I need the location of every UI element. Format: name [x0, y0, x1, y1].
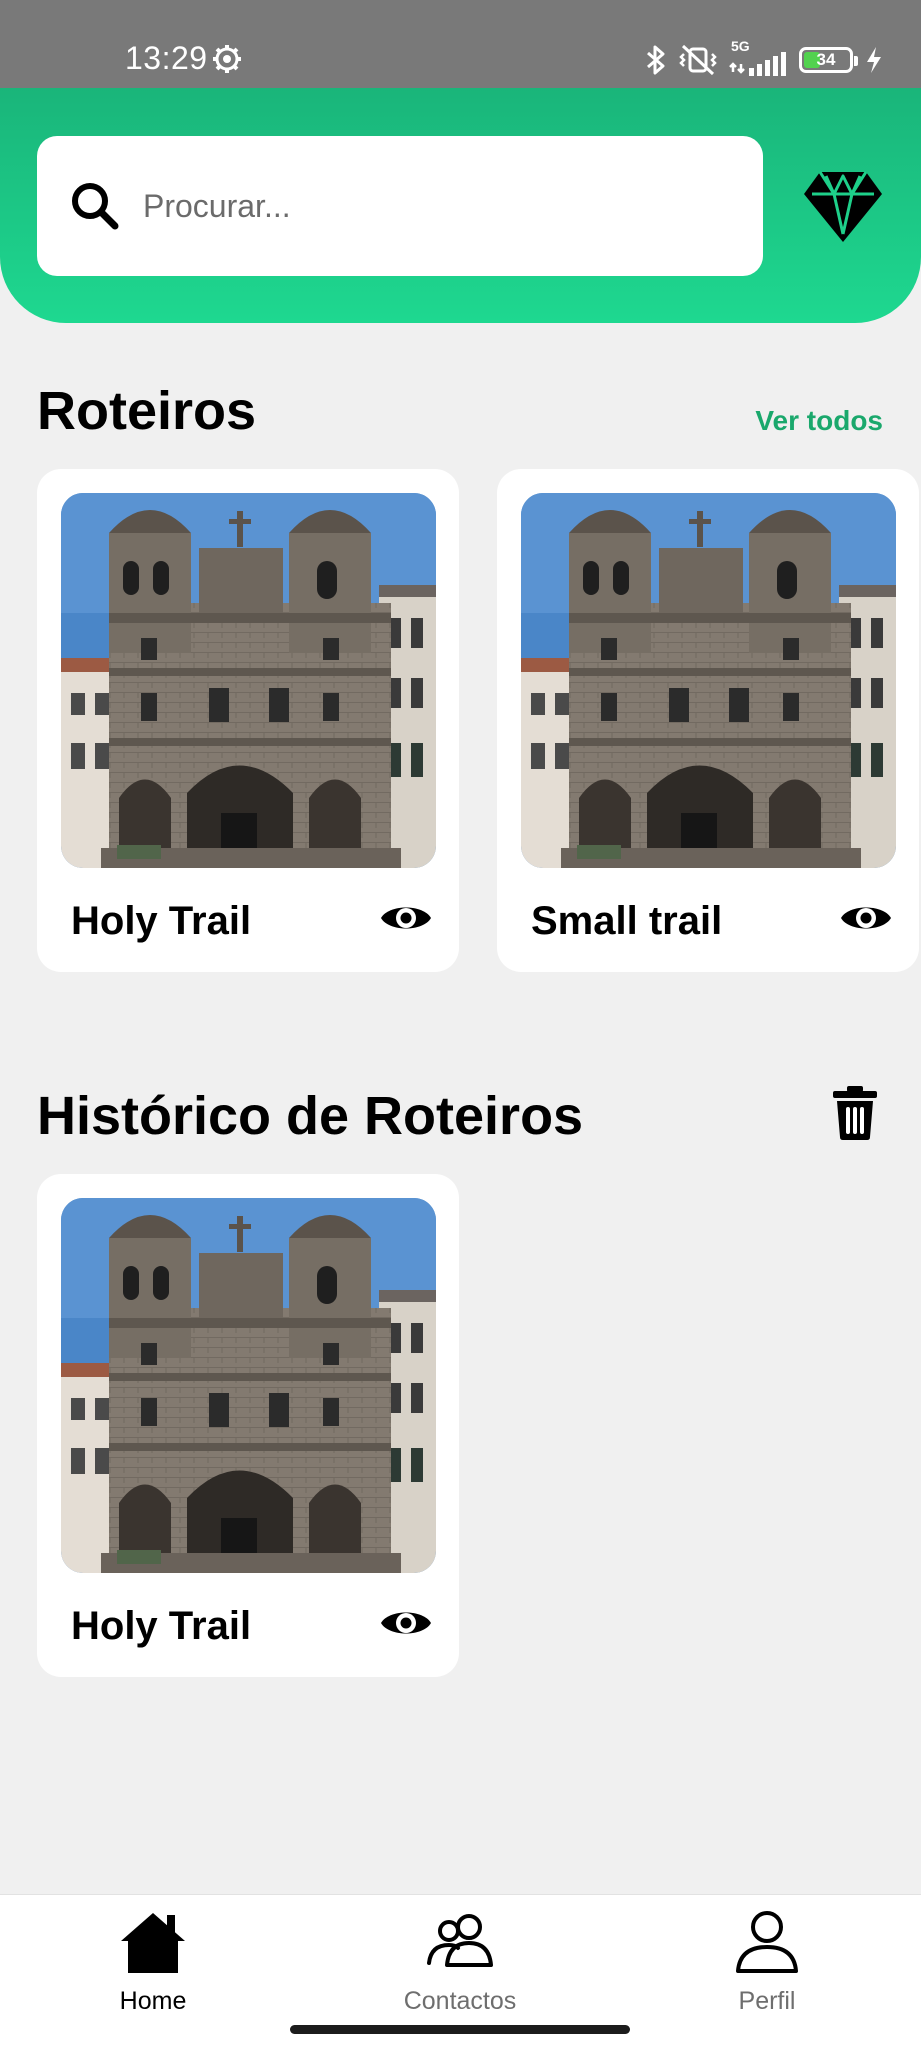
nav-item-profile[interactable]: Perfil	[647, 1895, 887, 2025]
status-icons: 5G 34	[645, 38, 883, 80]
route-title: Holy Trail	[71, 899, 252, 943]
status-time: 13:29	[125, 40, 208, 76]
home-icon	[121, 1913, 185, 1973]
route-title: Small trail	[531, 899, 723, 943]
route-card[interactable]: Holy Trail	[37, 469, 459, 972]
status-bar: 13:29 5G 34	[0, 0, 921, 88]
search-input[interactable]	[143, 166, 733, 246]
search-icon	[72, 183, 119, 230]
bluetooth-icon	[647, 45, 665, 75]
home-indicator[interactable]	[290, 2025, 630, 2034]
contacts-icon	[427, 1914, 493, 1967]
route-image	[61, 1198, 436, 1573]
route-title: Holy Trail	[71, 1604, 252, 1648]
eye-icon[interactable]	[379, 1602, 433, 1644]
search-box[interactable]	[37, 136, 763, 276]
signal-icon: 5G	[729, 38, 787, 76]
nav-label-profile: Perfil	[738, 1987, 796, 2015]
route-image	[521, 493, 896, 868]
battery-level: 34	[816, 50, 836, 69]
charging-icon	[867, 47, 881, 73]
routes-title: Roteiros	[37, 381, 257, 441]
profile-icon	[736, 1911, 798, 1973]
see-all-link[interactable]: Ver todos	[755, 405, 883, 437]
nav-item-home[interactable]: Home	[33, 1895, 273, 2025]
diamond-icon[interactable]	[800, 168, 886, 246]
eye-icon[interactable]	[839, 897, 893, 939]
vibrate-off-icon	[679, 44, 717, 76]
route-card[interactable]: Small trail	[497, 469, 919, 972]
eye-icon[interactable]	[379, 897, 433, 939]
header	[0, 88, 921, 323]
route-image	[61, 493, 436, 868]
nav-label-home: Home	[119, 1987, 187, 2015]
gear-icon	[213, 45, 241, 73]
history-card[interactable]: Holy Trail	[37, 1174, 459, 1677]
battery-icon: 34	[799, 47, 858, 73]
trash-icon[interactable]	[832, 1085, 878, 1141]
nav-label-contacts: Contactos	[403, 1987, 517, 2015]
history-title: Histórico de Roteiros	[37, 1086, 584, 1146]
nav-item-contacts[interactable]: Contactos	[340, 1895, 580, 2025]
